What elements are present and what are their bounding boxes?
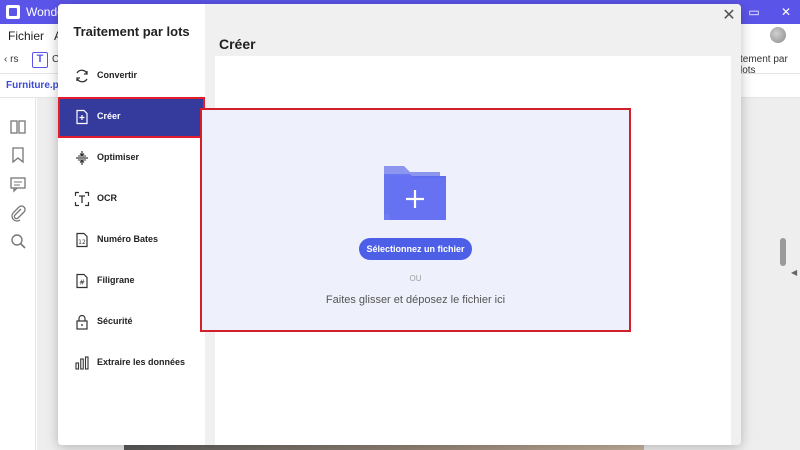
nav-label: Optimiser	[97, 152, 140, 162]
refresh-icon	[76, 69, 88, 83]
nav-label: Créer	[97, 111, 121, 121]
vertical-scrollbar[interactable]	[780, 238, 786, 266]
comment-icon[interactable]	[9, 175, 27, 193]
bookmark-icon[interactable]	[9, 146, 27, 164]
nav-item-optimiser[interactable]: Optimiser	[58, 138, 205, 179]
bates-number-icon: 12	[76, 232, 88, 248]
watermark-icon: #	[76, 273, 88, 289]
add-file-icon	[76, 109, 88, 125]
expand-right-panel-icon[interactable]: ◀	[791, 268, 797, 277]
nav-label: Extraire les données	[97, 357, 186, 367]
nav-label: Sécurité	[97, 316, 133, 326]
file-drop-zone[interactable]: Sélectionnez un fichier OU Faites glisse…	[200, 108, 631, 332]
nav-item-creer[interactable]: Créer	[58, 97, 205, 138]
ocr-icon	[74, 191, 90, 207]
nav-item-ocr[interactable]: OCR	[58, 179, 205, 220]
select-file-button[interactable]: Sélectionnez un fichier	[359, 238, 472, 260]
svg-text:#: #	[79, 279, 85, 287]
drop-instructions: Faites glisser et déposez le fichier ici	[325, 294, 506, 306]
nav-item-securite[interactable]: Sécurité	[58, 302, 205, 343]
nav-item-numero-bates[interactable]: 12 Numéro Bates	[58, 220, 205, 261]
or-separator: OU	[409, 274, 422, 283]
window-close-button[interactable]: ✕	[777, 4, 795, 20]
batch-sidebar: Traitement par lots Convertir Créer Opti…	[58, 4, 205, 445]
lock-icon	[76, 314, 88, 330]
left-panel	[0, 98, 36, 450]
thumbnails-icon[interactable]	[9, 118, 27, 136]
text-tool-icon[interactable]: T	[32, 52, 48, 68]
toolbar-scroll-left[interactable]: ‹ rs	[4, 54, 18, 65]
maximize-button[interactable]: ▭	[745, 4, 763, 20]
svg-text:12: 12	[78, 239, 86, 246]
app-logo	[6, 5, 20, 19]
folder-add-icon	[384, 166, 446, 220]
nav-item-extraire-les-donnees[interactable]: Extraire les données	[58, 343, 205, 384]
close-icon[interactable]: ✕	[721, 8, 737, 24]
search-icon[interactable]	[9, 232, 27, 250]
dialog-title: Traitement par lots	[73, 24, 190, 39]
nav-label: Convertir	[97, 70, 138, 80]
nav-label: Numéro Bates	[97, 234, 159, 244]
section-title: Créer	[219, 36, 256, 52]
attachment-icon[interactable]	[9, 204, 27, 222]
nav-item-convertir[interactable]: Convertir	[58, 56, 205, 97]
avatar[interactable]	[770, 27, 786, 43]
chart-icon	[75, 356, 89, 370]
nav-label: OCR	[97, 193, 117, 203]
toolbar-batch-label[interactable]: tement par lots	[740, 54, 800, 76]
menu-fichier[interactable]: Fichier	[8, 29, 44, 43]
compress-icon	[76, 151, 88, 165]
nav-item-filigrane[interactable]: # Filigrane	[58, 261, 205, 302]
nav-label: Filigrane	[97, 275, 135, 285]
